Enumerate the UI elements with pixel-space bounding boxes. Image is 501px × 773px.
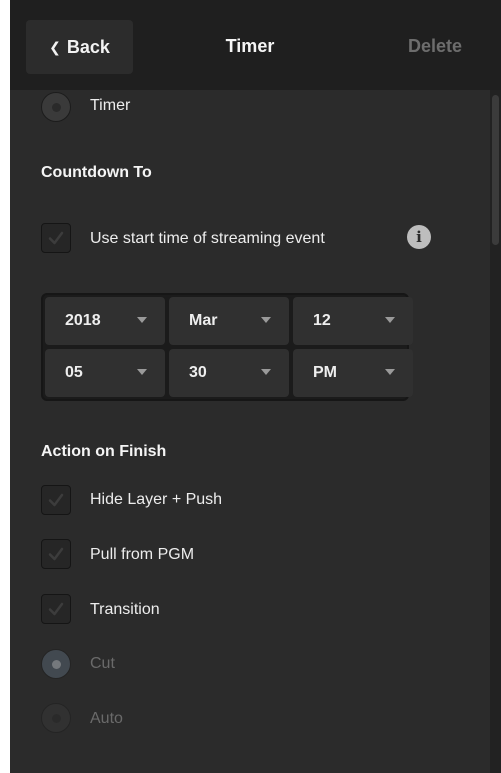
ampm-value: PM [313, 364, 337, 381]
timer-radio[interactable] [41, 92, 71, 122]
caret-down-icon [385, 317, 395, 323]
scrollbar-thumb[interactable] [492, 95, 499, 245]
minute-select[interactable]: 30 [169, 349, 289, 397]
day-select[interactable]: 12 [293, 297, 413, 345]
caret-down-icon [137, 369, 147, 375]
caret-down-icon [261, 317, 271, 323]
month-value: Mar [189, 312, 218, 329]
chevron-left-icon: ❮ [49, 38, 61, 55]
settings-content: Timer Countdown To Use start time of str… [10, 90, 490, 773]
day-value: 12 [313, 312, 331, 329]
checkmark-icon [48, 547, 64, 561]
radio-dot [52, 714, 61, 723]
back-label: Back [66, 36, 110, 57]
hour-value: 05 [65, 364, 83, 381]
vertical-scrollbar[interactable] [490, 90, 501, 773]
transition-checkbox[interactable] [41, 594, 71, 624]
hide-layer-label: Hide Layer + Push [90, 491, 223, 508]
auto-label: Auto [90, 710, 123, 727]
pull-from-pgm-label: Pull from PGM [90, 546, 195, 563]
year-value: 2018 [65, 312, 101, 329]
auto-radio[interactable] [41, 703, 71, 733]
month-select[interactable]: Mar [169, 297, 289, 345]
header-bar: ❮ Back Timer Delete [10, 0, 501, 90]
countdown-heading: Countdown To [41, 164, 152, 181]
hide-layer-checkbox[interactable] [41, 485, 71, 515]
minute-value: 30 [189, 364, 207, 381]
cut-label: Cut [90, 655, 115, 672]
page-title: Timer [225, 36, 275, 56]
radio-dot [52, 103, 61, 112]
transition-label: Transition [90, 601, 160, 618]
ampm-select[interactable]: PM [293, 349, 413, 397]
caret-down-icon [261, 369, 271, 375]
timer-radio-label: Timer [90, 97, 131, 114]
use-start-time-label: Use start time of streaming event [90, 230, 325, 247]
date-time-picker: 2018 Mar 12 05 30 PM [41, 293, 413, 401]
checkmark-icon [48, 602, 64, 616]
caret-down-icon [137, 317, 147, 323]
use-start-time-checkbox[interactable] [41, 223, 71, 253]
checkmark-icon [48, 493, 64, 507]
timer-panel: ❮ Back Timer Delete Timer Countdown To U… [10, 0, 501, 773]
info-icon[interactable]: i [407, 225, 431, 249]
radio-dot [52, 660, 61, 669]
checkmark-icon [48, 231, 64, 245]
cut-radio[interactable] [41, 649, 71, 679]
delete-button[interactable]: Delete [408, 36, 462, 57]
action-on-finish-heading: Action on Finish [41, 443, 167, 460]
hour-select[interactable]: 05 [45, 349, 165, 397]
pull-from-pgm-checkbox[interactable] [41, 539, 71, 569]
caret-down-icon [385, 369, 395, 375]
year-select[interactable]: 2018 [45, 297, 165, 345]
back-button[interactable]: ❮ Back [26, 20, 133, 74]
